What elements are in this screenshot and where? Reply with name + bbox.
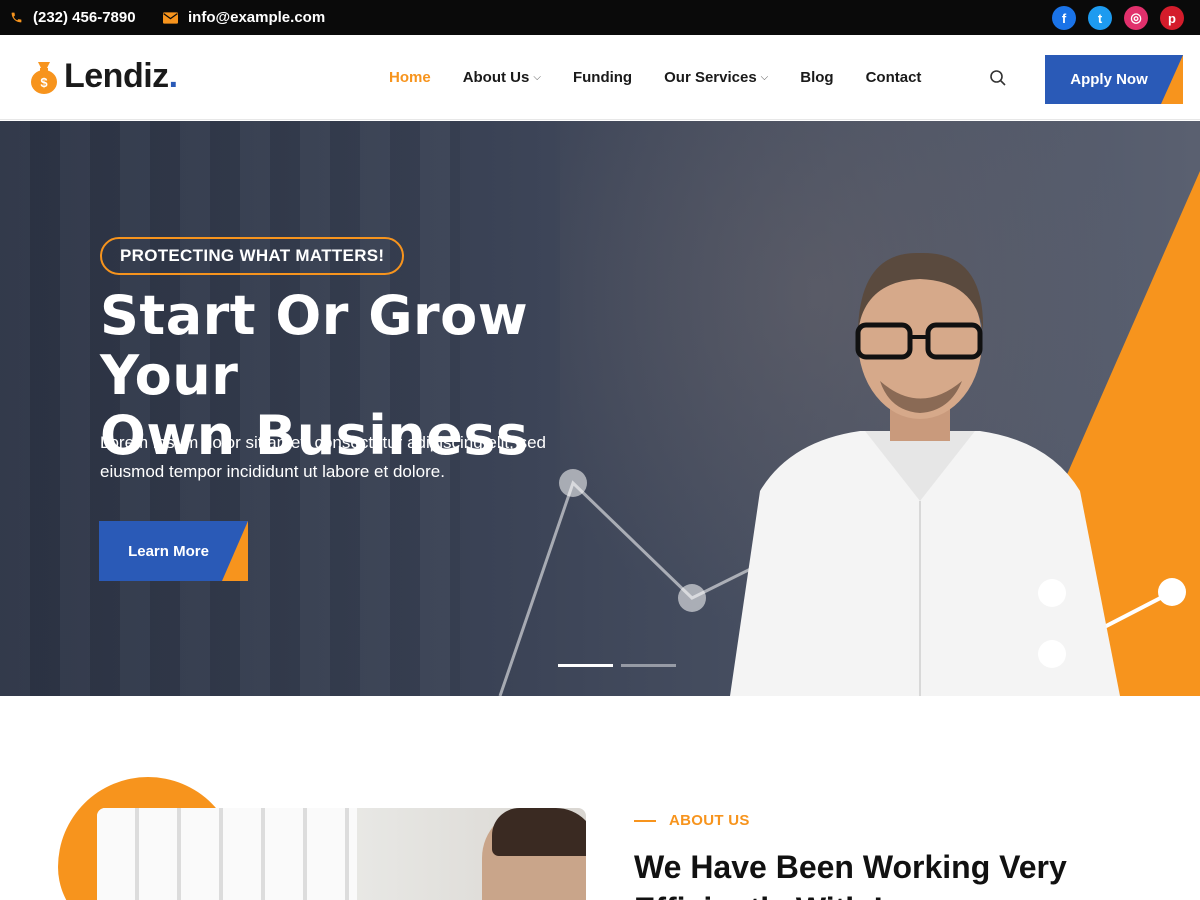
nav-item-label: Our Services: [664, 69, 757, 86]
hero-description-line2: eiusmod tempor incididunt ut labore et d…: [100, 462, 445, 481]
about-image-hair: [492, 808, 586, 856]
apply-now-button[interactable]: Apply Now: [1045, 55, 1183, 104]
nav-item-label: About Us: [462, 69, 530, 86]
instagram-icon[interactable]: ◎: [1124, 6, 1148, 30]
email-address: info@example.com: [188, 9, 326, 26]
chevron-down-icon: ⌵: [760, 72, 769, 83]
main-navbar: $ Lendiz. Home About Us ⌵ Funding Our Servic…: [0, 35, 1200, 120]
about-section-label: ABOUT US: [634, 812, 750, 829]
about-image-shelf: [97, 808, 357, 900]
nav-item-blog[interactable]: Blog: [800, 69, 833, 86]
hero-slider: PROTECTING WHAT MATTERS! Start Or Grow Y…: [0, 121, 1200, 696]
facebook-icon[interactable]: f: [1052, 6, 1076, 30]
slide-indicator-1[interactable]: [558, 664, 613, 667]
envelope-icon: [163, 11, 178, 24]
twitter-icon[interactable]: t: [1088, 6, 1112, 30]
site-logo[interactable]: $ Lendiz.: [30, 57, 178, 96]
apply-now-label: Apply Now: [1070, 71, 1148, 88]
email-contact[interactable]: info@example.com: [163, 0, 325, 35]
about-image: [97, 808, 586, 900]
hero-tagline-pill: PROTECTING WHAT MATTERS!: [100, 237, 405, 275]
button-accent-triangle: [1161, 55, 1183, 104]
money-bag-icon: $: [30, 60, 58, 94]
nav-item-contact[interactable]: Contact: [866, 69, 922, 86]
nav-item-home[interactable]: Home: [389, 69, 431, 86]
hero-description: Lorem ipsum dolor sit amet, consectetur …: [100, 428, 570, 486]
label-dash: [634, 819, 656, 822]
slider-indicators: [558, 664, 676, 667]
nav-item-funding[interactable]: Funding: [573, 69, 632, 86]
about-title: We Have Been Working Very Efficiently Wi…: [634, 849, 1067, 900]
hero-title-line1: Start Or Grow Your: [100, 284, 529, 407]
hero-description-line1: Lorem ipsum dolor sit amet, consectetur …: [100, 433, 546, 452]
nav-item-our-services[interactable]: Our Services ⌵: [664, 69, 768, 86]
logo-text: Lendiz.: [64, 57, 178, 95]
top-bar: (232) 456-7890 info@example.com f t ◎ p: [0, 0, 1200, 35]
button-accent-triangle: [222, 521, 248, 581]
phone-contact[interactable]: (232) 456-7890: [10, 0, 136, 35]
social-links: f t ◎ p: [1052, 6, 1184, 30]
phone-icon: [10, 11, 23, 24]
phone-number: (232) 456-7890: [33, 9, 136, 26]
nav-item-label: Blog: [800, 69, 834, 86]
search-icon[interactable]: [989, 69, 1007, 87]
nav-item-label: Home: [389, 69, 431, 86]
nav-item-label: Funding: [572, 69, 633, 86]
nav-menu: Home About Us ⌵ Funding Our Services ⌵ Blog Con…: [389, 35, 953, 120]
chevron-down-icon: ⌵: [533, 72, 541, 83]
pinterest-icon[interactable]: p: [1160, 6, 1184, 30]
nav-item-about-us[interactable]: About Us ⌵: [463, 69, 541, 86]
nav-item-label: Contact: [865, 69, 922, 86]
learn-more-label: Learn More: [128, 542, 209, 560]
svg-text:$: $: [40, 75, 48, 90]
about-label-text: ABOUT US: [669, 812, 750, 829]
slide-indicator-2[interactable]: [621, 664, 676, 667]
learn-more-button[interactable]: Learn More: [99, 521, 248, 581]
about-section: ABOUT US We Have Been Working Very Effic…: [0, 696, 1200, 900]
